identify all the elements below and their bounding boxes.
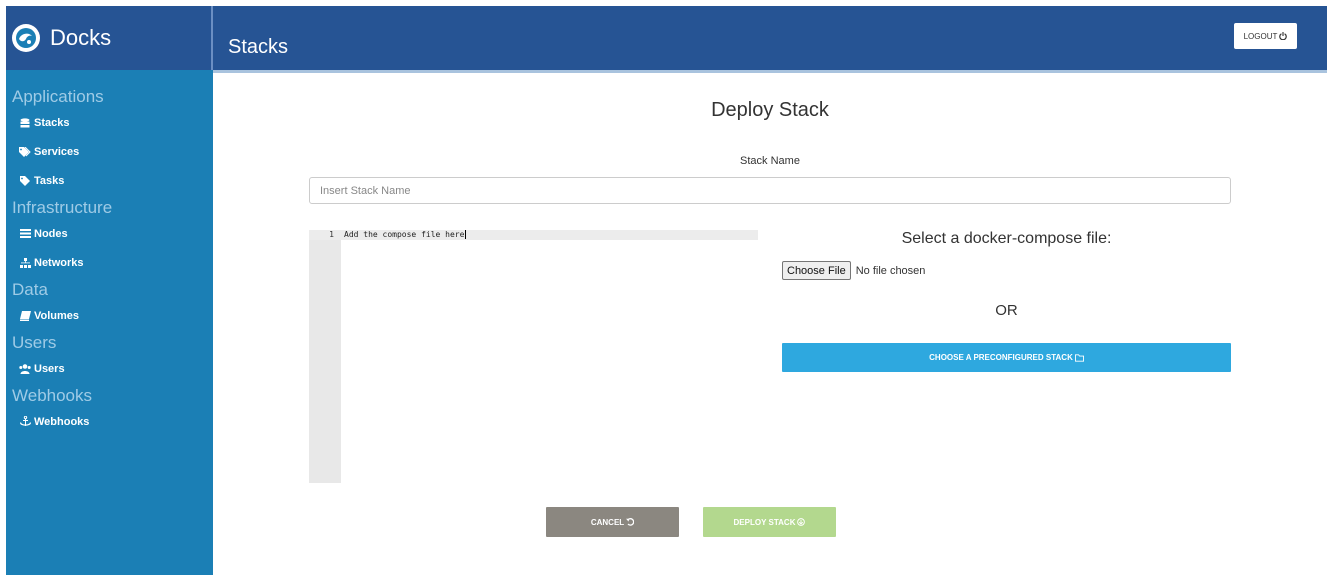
sidebar-item-label: Services <box>34 145 80 158</box>
file-status: No file chosen <box>855 264 926 277</box>
deploy-stack-title: Deploy Stack <box>711 99 829 121</box>
sidebar-item-label: Users <box>34 362 65 375</box>
sidebar-item-label: Networks <box>34 256 84 269</box>
section-title-users: Users <box>12 333 57 352</box>
users-icon <box>19 363 31 374</box>
section-title-webhooks: Webhooks <box>12 386 93 405</box>
arrow-circle-icon <box>797 518 806 526</box>
sidebar-item-users[interactable]: Users <box>6 354 213 383</box>
book-icon <box>19 310 31 321</box>
cancel-label: CANCEL <box>590 517 625 527</box>
sidebar: Docks Applications Stacks Services Tasks… <box>6 6 213 575</box>
section-title-data: Data <box>12 280 48 299</box>
sidebar-item-label: Tasks <box>34 174 65 187</box>
brand[interactable]: Docks <box>6 6 213 70</box>
preconfigured-label: CHOOSE A PRECONFIGURED STACK <box>929 353 1073 362</box>
section-title-infrastructure: Infrastructure <box>12 198 113 217</box>
list-icon <box>19 229 31 239</box>
database-icon <box>19 117 31 128</box>
deploy-stack-button[interactable]: DEPLOY STACK <box>703 507 836 537</box>
or-divider: OR <box>995 302 1018 319</box>
power-icon <box>1279 32 1288 40</box>
stack-name-input[interactable] <box>309 177 1231 204</box>
editor-line-text[interactable]: Add the compose file here <box>344 230 467 240</box>
sidebar-item-tasks[interactable]: Tasks <box>6 166 213 195</box>
sidebar-item-nodes[interactable]: Nodes <box>6 219 213 248</box>
sidebar-nav: Applications Stacks Services Tasks Infra <box>6 70 213 436</box>
sidebar-item-stacks[interactable]: Stacks <box>6 108 213 137</box>
page-title: Stacks <box>228 36 289 58</box>
editor-line-number: 1 <box>329 230 334 239</box>
tag-icon <box>19 175 31 186</box>
logout-button[interactable]: LOGOUT <box>1234 23 1297 49</box>
logout-label: LOGOUT <box>1243 31 1278 41</box>
deploy-label: DEPLOY STACK <box>733 517 796 527</box>
choose-preconfigured-stack-button[interactable]: CHOOSE A PRECONFIGURED STACK <box>782 343 1231 372</box>
text-cursor <box>465 230 467 239</box>
cancel-button[interactable]: CANCEL <box>546 507 679 537</box>
sidebar-item-volumes[interactable]: Volumes <box>6 301 213 330</box>
main-content: Deploy Stack Stack Name 1 Add the compos… <box>213 73 1327 575</box>
sitemap-icon <box>19 257 31 268</box>
sidebar-item-label: Stacks <box>34 116 70 129</box>
sidebar-item-label: Volumes <box>34 309 80 322</box>
sidebar-item-networks[interactable]: Networks <box>6 248 213 277</box>
editor-text: Add the compose file here <box>344 230 465 239</box>
brand-name: Docks <box>50 25 112 50</box>
docks-logo-icon <box>12 24 40 52</box>
file-input-row: Choose File No file chosen <box>782 261 925 280</box>
tags-icon <box>19 146 31 157</box>
undo-icon <box>626 518 635 526</box>
sidebar-item-webhooks[interactable]: Webhooks <box>6 407 213 436</box>
folder-icon <box>1074 353 1084 362</box>
top-header: Stacks LOGOUT <box>213 6 1327 70</box>
editor-gutter <box>309 230 341 483</box>
compose-file-title: Select a docker-compose file: <box>901 230 1112 247</box>
anchor-icon <box>19 416 31 427</box>
stack-name-label: Stack Name <box>740 155 800 167</box>
compose-editor[interactable]: 1 Add the compose file here <box>309 230 758 483</box>
app: Docks Applications Stacks Services Tasks… <box>0 0 1327 575</box>
sidebar-item-label: Nodes <box>34 227 68 240</box>
choose-file-button[interactable]: Choose File <box>782 261 851 280</box>
section-title-applications: Applications <box>12 87 104 106</box>
sidebar-item-label: Webhooks <box>34 415 90 428</box>
sidebar-item-services[interactable]: Services <box>6 137 213 166</box>
